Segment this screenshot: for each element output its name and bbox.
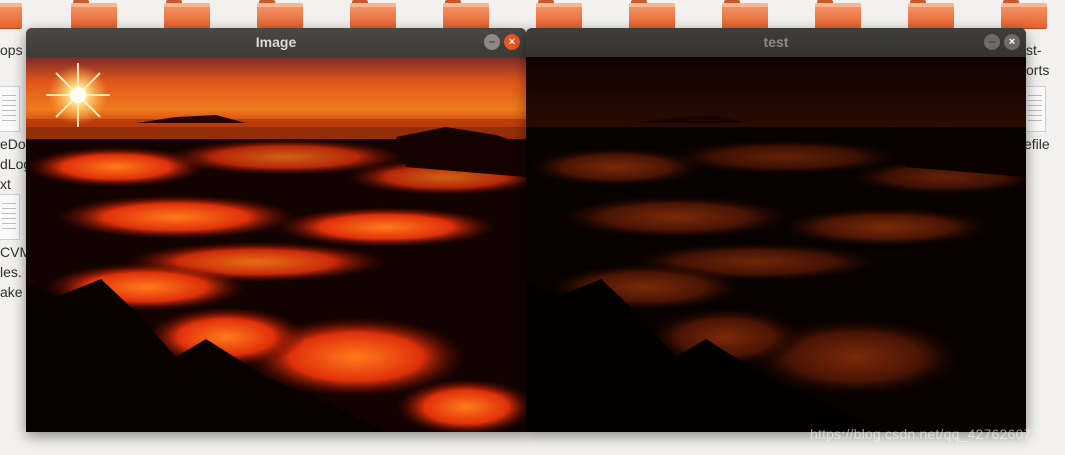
file-icon[interactable] xyxy=(0,86,20,132)
desktop-folder-icon[interactable] xyxy=(350,0,396,28)
window-title: test xyxy=(763,34,789,50)
file-icon[interactable] xyxy=(0,194,20,240)
minimize-icon: – xyxy=(988,36,996,48)
close-button[interactable]: × xyxy=(1004,34,1020,50)
desktop-folder-icon[interactable] xyxy=(908,0,954,28)
desktop-item-label[interactable]: efile xyxy=(1024,134,1050,154)
minimize-button[interactable]: – xyxy=(984,34,1000,50)
window-title: Image xyxy=(255,34,297,50)
desktop-folder-icon[interactable] xyxy=(722,0,768,28)
minimize-button[interactable]: – xyxy=(484,34,500,50)
close-icon: × xyxy=(1008,36,1016,48)
desktop-folder-icon[interactable] xyxy=(629,0,675,28)
image-window[interactable]: Image – × xyxy=(26,28,526,432)
watermark-text: https://blog.csdn.net/qq_42762607 xyxy=(810,426,1032,442)
sunset-clouds-image xyxy=(26,57,526,432)
file-icon[interactable] xyxy=(1024,86,1046,132)
desktop-folder-icon[interactable] xyxy=(443,0,489,28)
image-canvas xyxy=(26,57,526,432)
test-canvas xyxy=(526,57,1026,432)
desktop-folder-icon[interactable] xyxy=(71,0,117,28)
desktop-folder-icon[interactable] xyxy=(815,0,861,28)
desktop-item-label[interactable]: ops xyxy=(0,40,23,60)
desktop-item-label[interactable]: st- orts xyxy=(1026,40,1049,80)
close-icon: × xyxy=(508,36,516,48)
window-titlebar[interactable]: Image – × xyxy=(26,28,526,57)
desktop-folder-icon[interactable] xyxy=(257,0,303,28)
desktop-folder-icon[interactable] xyxy=(1001,0,1047,28)
close-button[interactable]: × xyxy=(504,34,520,50)
desktop-folder-icon[interactable] xyxy=(164,0,210,28)
darkened-clouds-image xyxy=(526,57,1026,432)
desktop-folder-icon[interactable] xyxy=(0,0,22,28)
window-titlebar[interactable]: test – × xyxy=(526,28,1026,57)
minimize-icon: – xyxy=(488,36,496,48)
desktop-folder-icon[interactable] xyxy=(536,0,582,28)
test-window[interactable]: test – × xyxy=(526,28,1026,432)
